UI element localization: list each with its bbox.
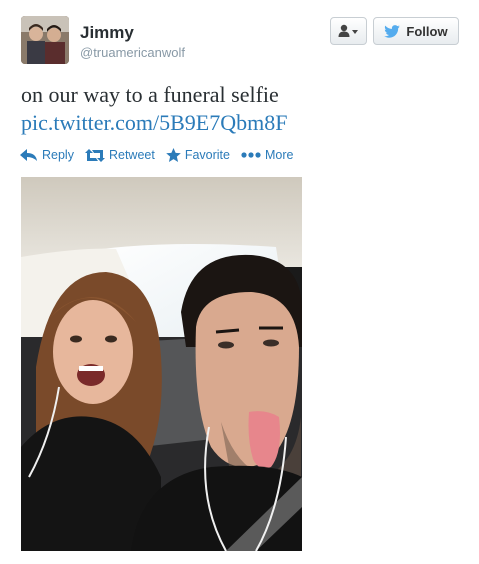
retweet-icon (84, 148, 105, 162)
more-button[interactable]: More (241, 148, 293, 162)
follow-label: Follow (406, 23, 448, 39)
reply-icon (20, 149, 37, 161)
tweet-actions: Reply Retweet Favorite More (20, 148, 293, 162)
tweet-media-link[interactable]: pic.twitter.com/5B9E7Qbm8F (21, 110, 287, 136)
avatar-photo (21, 16, 69, 64)
follow-button[interactable]: Follow (373, 17, 459, 45)
user-handle[interactable]: @truamericanwolf (80, 45, 185, 60)
twitter-bird-icon (384, 24, 401, 38)
tweet-photo[interactable] (21, 177, 302, 551)
retweet-button[interactable]: Retweet (84, 148, 155, 162)
more-label: More (264, 148, 294, 162)
reply-label: Reply (42, 148, 74, 162)
avatar[interactable] (21, 16, 69, 64)
reply-button[interactable]: Reply (20, 148, 74, 162)
person-dropdown-icon (338, 24, 358, 37)
more-dots-icon (241, 152, 261, 158)
favorite-label: Favorite (184, 148, 230, 162)
user-name[interactable]: Jimmy (80, 23, 134, 43)
star-icon (166, 148, 181, 162)
retweet-label: Retweet (108, 148, 155, 162)
favorite-button[interactable]: Favorite (166, 148, 230, 162)
user-actions-button[interactable] (330, 17, 367, 45)
tweet-text: on our way to a funeral selfie (21, 82, 279, 107)
selfie-image (21, 177, 302, 551)
